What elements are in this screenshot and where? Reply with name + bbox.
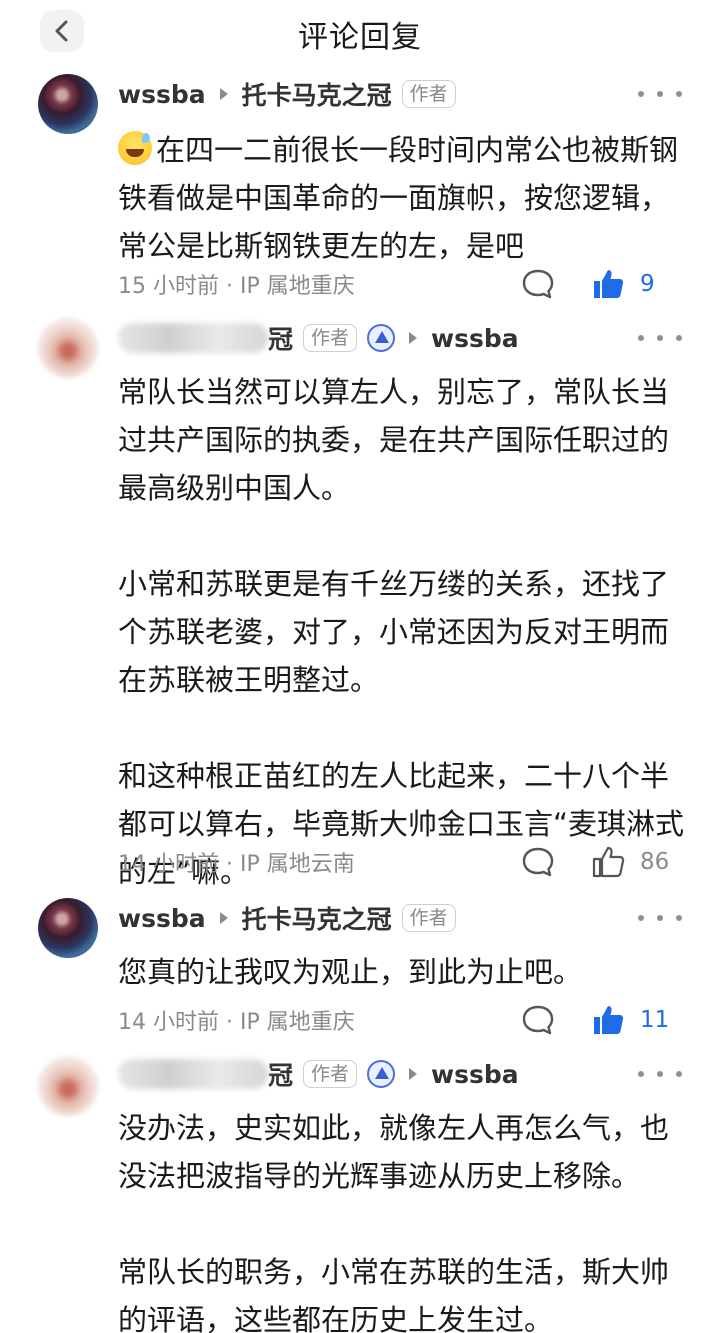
time-location: 14 小时前 · IP 属地云南 — [118, 852, 355, 877]
like-count: 11 — [640, 1007, 670, 1033]
thumbs-up-icon — [594, 270, 624, 298]
like-count: 86 — [640, 849, 670, 875]
comment-footer: 15 小时前 · IP 属地重庆 9 — [118, 264, 682, 304]
author-tag: 作者 — [303, 324, 358, 352]
comment-text: 在四一二前很长一段时间内常公也被斯钢铁看做是中国革命的一面旗帜，按您逻辑，常公是… — [118, 126, 693, 270]
reply-to-username[interactable]: wssba — [431, 1060, 519, 1089]
reply-arrow-icon — [409, 332, 418, 344]
reply-arrow-icon — [219, 912, 228, 924]
comment-paragraph: 在四一二前很长一段时间内常公也被斯钢铁看做是中国革命的一面旗帜，按您逻辑，常公是… — [118, 133, 679, 263]
reply-arrow-icon — [409, 1068, 418, 1080]
comment-paragraph: 您真的让我叹为观止，到此为止吧。 — [118, 955, 583, 989]
reply-bubble-icon[interactable] — [520, 266, 556, 302]
comment-text: 您真的让我叹为观止，到此为止吧。 — [118, 948, 693, 996]
reply-to-username[interactable]: 托卡马克之冠 — [242, 76, 392, 112]
reply-bubble-icon[interactable] — [520, 1002, 556, 1038]
comment-paragraph: 常队长当然可以算左人，别忘了，常队长当过共产国际的执委，是在共产国际任职过的最高… — [118, 375, 670, 505]
more-options-button[interactable] — [638, 1059, 682, 1089]
comment-meta: 冠 作者 wssba — [118, 318, 519, 358]
comment-text: 没办法，史实如此，就像左人再怎么气，也没法把波指导的光辉事迹从历史上移除。 常队… — [118, 1104, 693, 1333]
avatar[interactable] — [38, 74, 98, 134]
author-tag: 作者 — [303, 1060, 358, 1088]
reply-to-username[interactable]: wssba — [431, 324, 519, 353]
comment-paragraph: 小常和苏联更是有千丝万缕的关系，还找了个苏联老婆，对了，小常还因为反对王明而在苏… — [118, 567, 670, 697]
time-location: 15 小时前 · IP 属地重庆 — [118, 274, 355, 299]
username[interactable]: wssba — [118, 80, 206, 109]
avatar[interactable] — [38, 1056, 98, 1116]
reply-to-username[interactable]: 托卡马克之冠 — [242, 900, 392, 936]
like-button[interactable]: 86 — [590, 844, 682, 880]
more-options-button[interactable] — [638, 903, 682, 933]
verified-badge-icon — [367, 1060, 396, 1088]
author-tag: 作者 — [401, 904, 456, 932]
comment-footer: 14 小时前 · IP 属地云南 86 — [118, 842, 682, 882]
comment-paragraph: 没办法，史实如此，就像左人再怎么气，也没法把波指导的光辉事迹从历史上移除。 — [118, 1111, 670, 1193]
thumbs-up-outline-icon — [592, 846, 625, 878]
comment-text: 常队长当然可以算左人，别忘了，常队长当过共产国际的执委，是在共产国际任职过的最高… — [118, 368, 693, 896]
like-button[interactable]: 9 — [590, 266, 682, 302]
author-tag: 作者 — [401, 80, 456, 108]
comment-paragraph: 常队长的职务，小常在苏联的生活，斯大帅的评语，这些都在历史上发生过。 — [118, 1255, 670, 1333]
username-blurred[interactable] — [118, 323, 268, 353]
thumbs-up-icon — [594, 1006, 624, 1034]
more-options-button[interactable] — [638, 323, 682, 353]
avatar[interactable] — [38, 318, 98, 378]
top-bar: 评论回复 — [0, 0, 720, 62]
verified-badge-icon — [367, 324, 396, 352]
comment-meta: wssba 托卡马克之冠 作者 — [118, 74, 456, 114]
like-button[interactable]: 11 — [590, 1002, 682, 1038]
page-title: 评论回复 — [298, 20, 422, 55]
username-blurred[interactable] — [118, 1059, 268, 1089]
like-count: 9 — [640, 271, 655, 297]
username-visible-end[interactable]: 冠 — [268, 1056, 293, 1092]
avatar[interactable] — [38, 898, 98, 958]
reply-bubble-icon[interactable] — [520, 844, 556, 880]
comment-footer: 14 小时前 · IP 属地重庆 11 — [118, 1000, 682, 1040]
sweat-smile-emoji-icon — [118, 131, 152, 165]
time-location: 14 小时前 · IP 属地重庆 — [118, 1010, 355, 1035]
username-visible-end[interactable]: 冠 — [268, 320, 293, 356]
comment-meta: wssba 托卡马克之冠 作者 — [118, 898, 456, 938]
reply-arrow-icon — [219, 88, 228, 100]
more-options-button[interactable] — [638, 79, 682, 109]
username[interactable]: wssba — [118, 904, 206, 933]
comment-meta: 冠 作者 wssba — [118, 1054, 519, 1094]
